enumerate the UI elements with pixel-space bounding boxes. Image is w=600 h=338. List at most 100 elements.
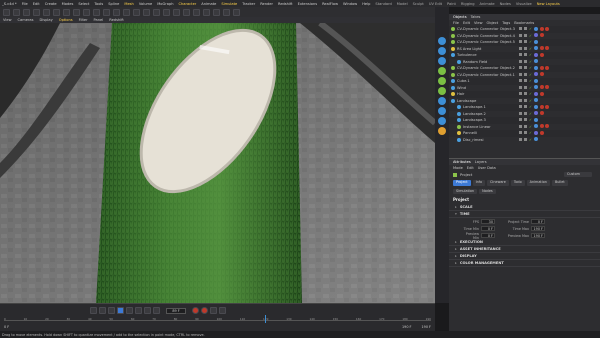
auto-key-icon[interactable] (201, 307, 208, 314)
menu-item[interactable]: Redshift (278, 2, 293, 6)
viewport[interactable] (0, 23, 435, 303)
object-tags[interactable] (534, 46, 549, 50)
visibility-flags[interactable]: ✓ (519, 79, 533, 83)
visibility-flags[interactable]: ✓ (519, 98, 533, 103)
tool-icon[interactable] (223, 8, 230, 16)
deformer-icon[interactable] (438, 77, 446, 85)
tool-icon[interactable] (53, 8, 60, 16)
key-icon[interactable] (210, 307, 217, 314)
tool-icon[interactable] (233, 8, 240, 16)
layout-selector[interactable]: New Layouts (537, 2, 560, 6)
frame-ruler[interactable]: 0102030405060708090100110120130140150160… (4, 317, 431, 321)
objects-menu-item[interactable]: Object (487, 21, 499, 25)
workspace-tab[interactable]: Nodes (500, 2, 511, 6)
end-frame-b[interactable]: 190 F (422, 325, 432, 329)
viewport-menu-item[interactable]: View (3, 18, 12, 22)
visibility-flags[interactable]: ✓ (519, 53, 533, 57)
object-tags[interactable] (534, 78, 538, 83)
visibility-flags[interactable]: ✓ (519, 105, 533, 109)
object-tags[interactable] (534, 111, 544, 115)
objects-menu-item[interactable]: View (474, 21, 483, 25)
tool-icon[interactable] (3, 8, 10, 16)
visibility-flags[interactable]: ✓ (519, 66, 533, 70)
menu-item[interactable]: Animate (201, 2, 216, 6)
menu-item[interactable]: Volume (139, 2, 152, 6)
section-header[interactable]: EXECUTION (449, 239, 600, 246)
menu-item[interactable]: Render (260, 2, 273, 6)
attributes-tab[interactable]: Layers (475, 160, 487, 164)
objects-menu-item[interactable]: Edit (463, 21, 470, 25)
start-frame[interactable]: 0 F (4, 325, 9, 329)
viewport-menu-item[interactable]: Redshift (109, 18, 124, 22)
object-tags[interactable] (534, 137, 538, 141)
scene-icon[interactable] (438, 97, 446, 105)
visibility-flags[interactable]: ✓ (519, 46, 533, 51)
menu-item[interactable]: Create (45, 2, 57, 6)
play-icon[interactable] (117, 307, 124, 314)
visibility-flags[interactable]: ✓ (519, 85, 533, 90)
prev-frame-icon[interactable] (108, 307, 115, 314)
field-input[interactable]: 190 F (531, 233, 545, 238)
tool-icon[interactable] (103, 8, 110, 16)
field-input[interactable]: 190 F (531, 226, 545, 231)
section-header[interactable]: SCALE (449, 204, 600, 211)
visibility-flags[interactable]: ✓ (519, 111, 533, 116)
viewport-menu-item[interactable]: Display (40, 18, 53, 22)
prev-key-icon[interactable] (99, 307, 106, 314)
viewport-menu-item[interactable]: Options (59, 18, 73, 22)
menu-item[interactable]: Edit (33, 2, 40, 6)
object-tags[interactable] (534, 130, 544, 135)
tool-icon[interactable] (193, 8, 200, 16)
menu-item[interactable]: Character (179, 2, 197, 6)
mode-dropdown[interactable]: Custom (564, 171, 592, 178)
last-frame-icon[interactable] (144, 307, 151, 314)
object-tags[interactable] (534, 124, 549, 128)
field-input[interactable]: 30 (481, 219, 495, 224)
workspace-tab[interactable]: UV Edit (429, 2, 442, 6)
visibility-flags[interactable]: ✓ (519, 131, 533, 135)
tool-icon[interactable] (13, 8, 20, 16)
attributes-menu-item[interactable]: User Data (478, 166, 496, 170)
visibility-flags[interactable]: ✓ (519, 33, 533, 38)
record-icon[interactable] (192, 307, 199, 314)
object-tags[interactable] (534, 72, 544, 76)
tool-icon[interactable] (183, 8, 190, 16)
mograph-icon[interactable] (438, 67, 446, 75)
section-header[interactable]: COLOR MANAGEMENT (449, 260, 600, 267)
tool-icon[interactable] (33, 8, 40, 16)
attribute-tab-button[interactable]: Bullet (551, 180, 568, 186)
menu-item[interactable]: Help (362, 2, 370, 6)
viewport-scene[interactable] (0, 23, 435, 303)
attribute-tab-button[interactable]: Cineware (487, 180, 509, 186)
first-frame-icon[interactable] (90, 307, 97, 314)
menu-item[interactable]: Simulate (221, 2, 237, 6)
object-tags[interactable] (534, 33, 544, 37)
menu-item[interactable]: File (22, 2, 28, 6)
attribute-tab-button[interactable]: Todo (510, 180, 525, 186)
viewport-menu-item[interactable]: Cameras (18, 18, 34, 22)
tool-icon[interactable] (73, 8, 80, 16)
visibility-flags[interactable]: ✓ (519, 118, 533, 122)
menu-item[interactable]: Window (343, 2, 357, 6)
object-tags[interactable] (534, 59, 538, 63)
timeline[interactable]: 89 F 01020304050607080901001101201301401… (0, 303, 435, 331)
camera-icon[interactable] (438, 107, 446, 115)
next-frame-icon[interactable] (126, 307, 133, 314)
tool-icon[interactable] (143, 8, 150, 16)
tool-icon[interactable] (123, 8, 130, 16)
visibility-flags[interactable]: ✓ (519, 59, 533, 64)
tool-icon[interactable] (203, 8, 210, 16)
visibility-flags[interactable]: ✓ (519, 27, 533, 31)
attributes-tab[interactable]: Attributes (453, 160, 471, 164)
workspace-tab[interactable]: Model (397, 2, 408, 6)
object-tags[interactable] (534, 117, 538, 122)
pen-icon[interactable] (438, 47, 446, 55)
tool-icon[interactable] (93, 8, 100, 16)
attribute-tab-button[interactable]: Project (453, 180, 471, 186)
viewport-menu-item[interactable]: Panel (94, 18, 104, 22)
tool-icon[interactable] (113, 8, 120, 16)
redshift-icon[interactable] (438, 127, 446, 135)
tool-icon[interactable] (63, 8, 70, 16)
objects-tab[interactable]: Objects (453, 15, 467, 19)
menu-item[interactable]: MoGraph (157, 2, 173, 6)
